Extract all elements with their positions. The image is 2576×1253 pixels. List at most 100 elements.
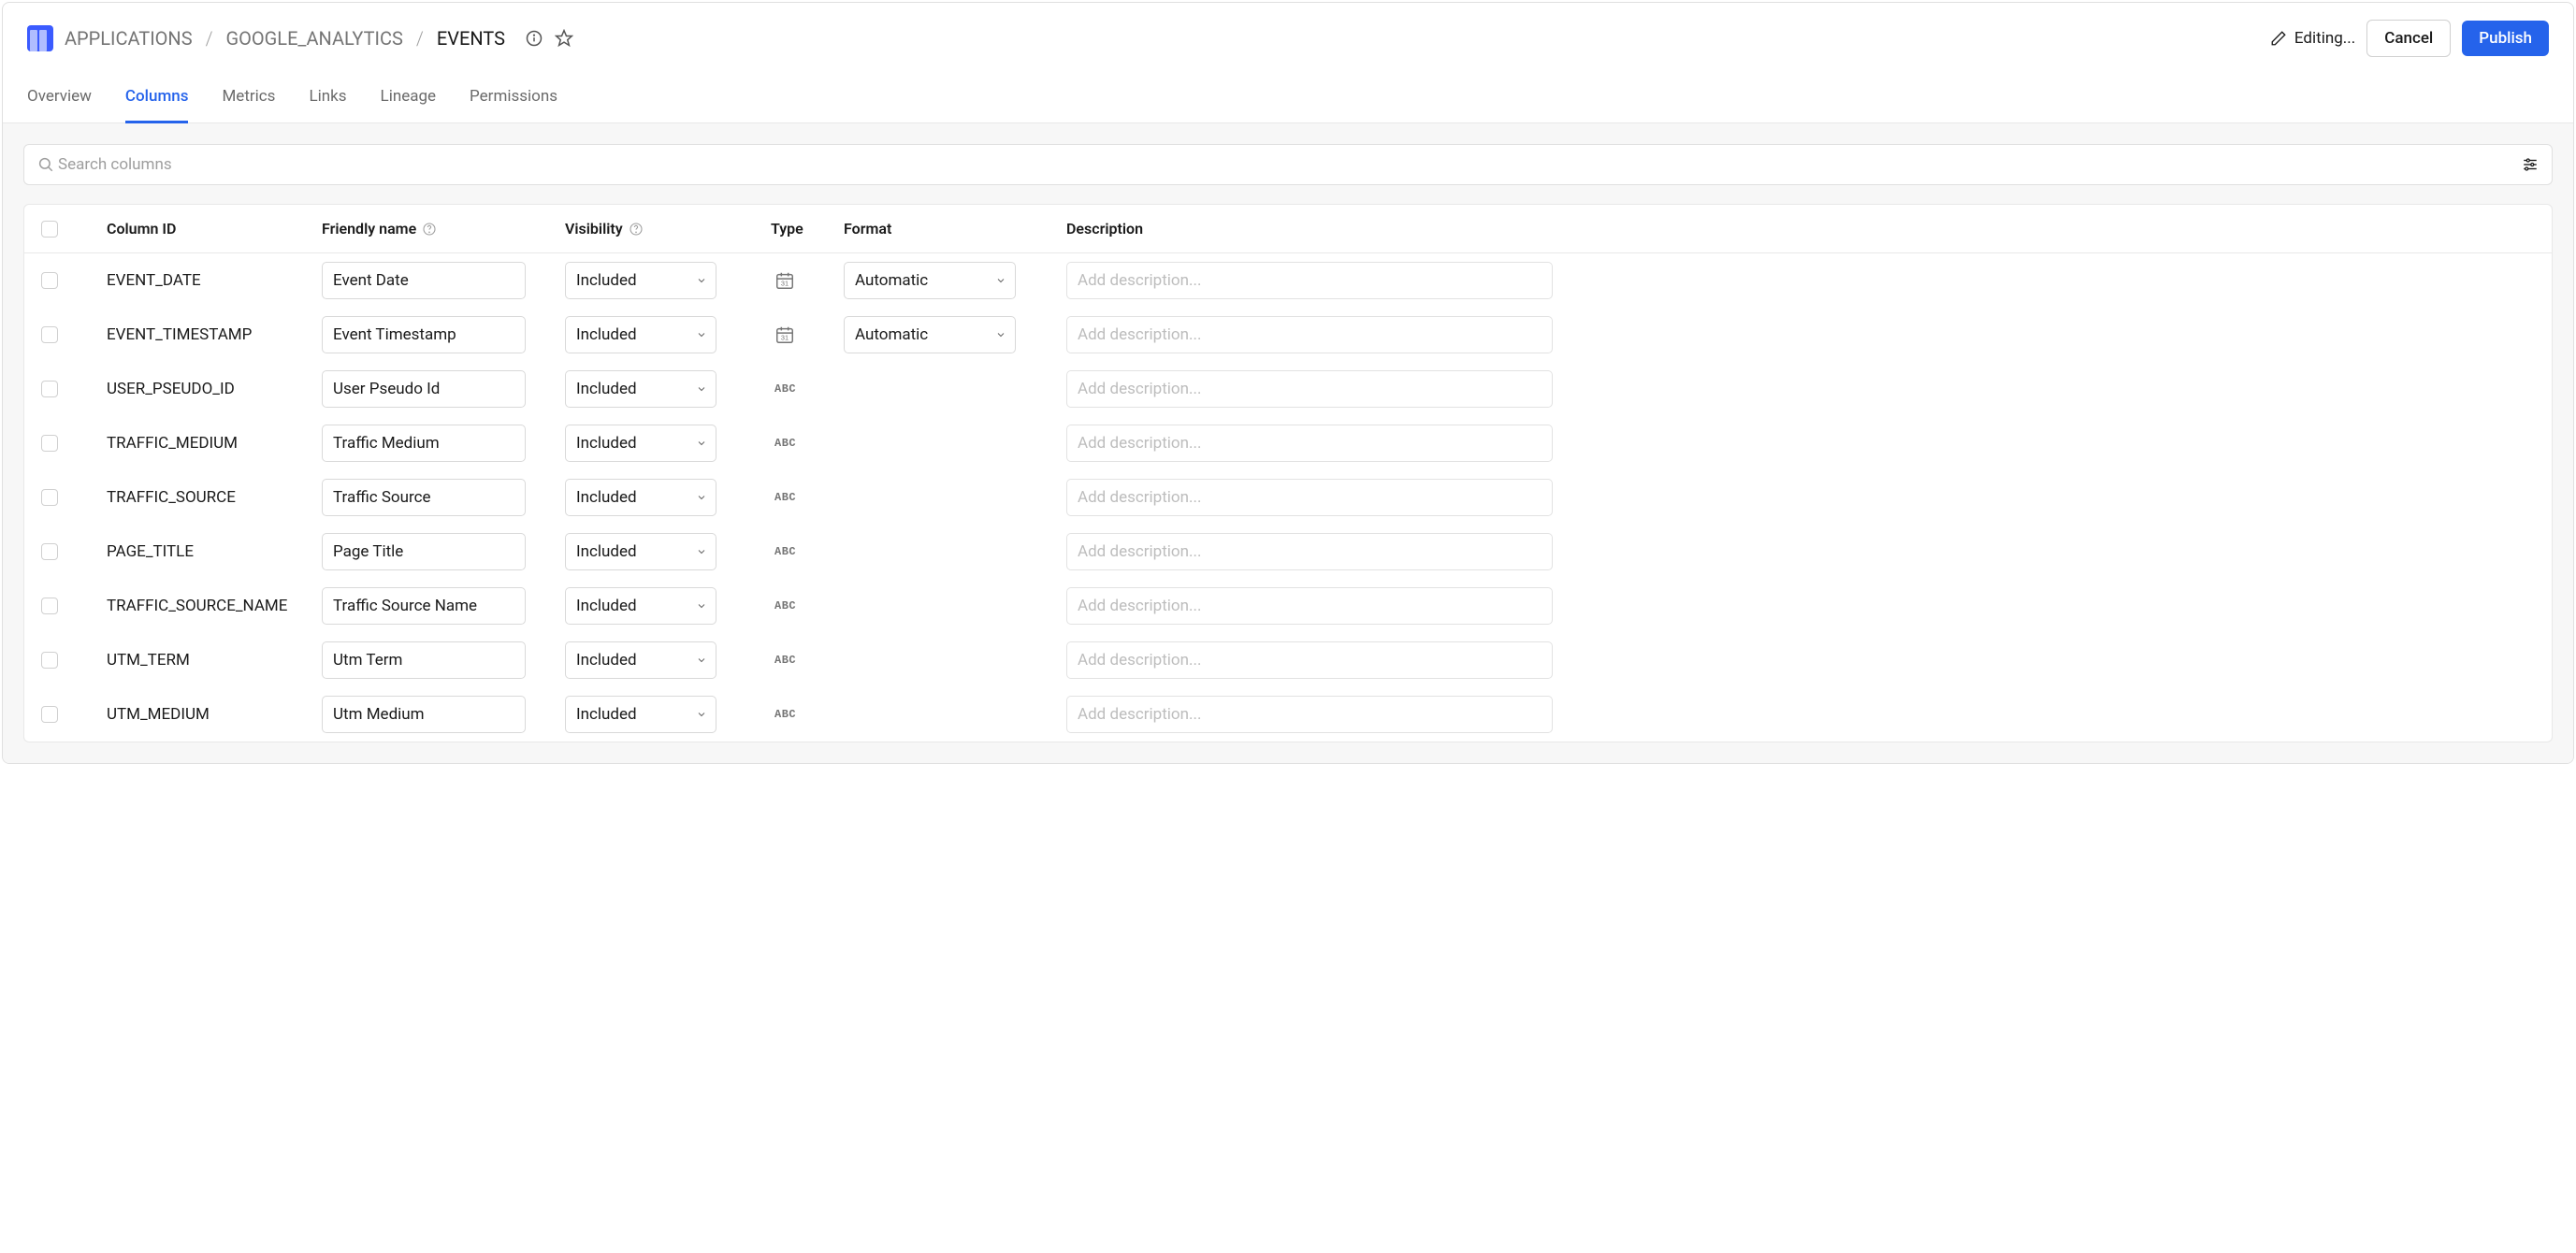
visibility-select[interactable]: Included xyxy=(565,370,716,408)
search-input[interactable] xyxy=(54,146,2522,183)
friendly-name-input[interactable] xyxy=(322,370,526,408)
format-select[interactable]: Automatic xyxy=(844,262,1016,299)
visibility-select[interactable]: Included xyxy=(565,425,716,462)
tab-links[interactable]: Links xyxy=(309,74,346,123)
table-row: UTM_MEDIUM Included ABC xyxy=(24,687,2552,742)
description-input[interactable] xyxy=(1066,479,1553,516)
visibility-select[interactable]: Included xyxy=(565,479,716,516)
column-id-cell: TRAFFIC_SOURCE xyxy=(107,488,322,507)
table-header-row: Column ID Friendly name Visibility Type … xyxy=(24,205,2552,253)
editing-label: Editing... xyxy=(2294,29,2355,48)
row-checkbox[interactable] xyxy=(41,326,58,343)
tab-metrics[interactable]: Metrics xyxy=(222,74,275,123)
row-checkbox[interactable] xyxy=(41,272,58,289)
filter-settings-icon[interactable] xyxy=(2522,156,2539,173)
header-column-id: Column ID xyxy=(107,220,322,238)
calendar-icon: 31 xyxy=(774,324,795,345)
row-checkbox[interactable] xyxy=(41,706,58,723)
column-id-cell: UTM_MEDIUM xyxy=(107,705,322,724)
friendly-name-input[interactable] xyxy=(322,641,526,679)
description-input[interactable] xyxy=(1066,316,1553,353)
info-icon[interactable] xyxy=(524,28,544,49)
friendly-name-input[interactable] xyxy=(322,479,526,516)
tab-lineage[interactable]: Lineage xyxy=(381,74,437,123)
column-id-cell: EVENT_DATE xyxy=(107,271,322,290)
breadcrumb-separator: / xyxy=(206,27,213,50)
table-row: TRAFFIC_MEDIUM Included ABC xyxy=(24,416,2552,470)
table-row: TRAFFIC_SOURCE Included ABC xyxy=(24,470,2552,525)
table-row: PAGE_TITLEIncludedABC xyxy=(24,525,2552,579)
column-id-cell: EVENT_TIMESTAMP xyxy=(107,325,322,344)
friendly-name-input[interactable] xyxy=(322,533,526,570)
format-select[interactable]: Automatic xyxy=(844,316,1016,353)
description-input[interactable] xyxy=(1066,370,1553,408)
description-input[interactable] xyxy=(1066,425,1553,462)
row-checkbox[interactable] xyxy=(41,381,58,397)
row-checkbox[interactable] xyxy=(41,435,58,452)
text-type-icon: ABC xyxy=(774,382,796,396)
row-checkbox[interactable] xyxy=(41,652,58,669)
row-checkbox[interactable] xyxy=(41,543,58,560)
search-icon xyxy=(37,156,54,173)
row-checkbox[interactable] xyxy=(41,489,58,506)
column-id-cell: UTM_TERM xyxy=(107,651,322,670)
visibility-select[interactable]: Included xyxy=(565,696,716,733)
visibility-select[interactable]: Included xyxy=(565,316,716,353)
friendly-name-input[interactable] xyxy=(322,316,526,353)
tab-columns[interactable]: Columns xyxy=(125,74,189,123)
table-row: UTM_TERM Included ABC xyxy=(24,633,2552,687)
friendly-name-input[interactable] xyxy=(322,696,526,733)
cancel-button[interactable]: Cancel xyxy=(2366,20,2451,57)
column-id-cell: USER_PSEUDO_ID xyxy=(107,380,322,398)
select-all-checkbox[interactable] xyxy=(41,221,58,238)
description-input[interactable] xyxy=(1066,696,1553,733)
row-checkbox[interactable] xyxy=(41,598,58,614)
column-id-cell: TRAFFIC_MEDIUM xyxy=(107,434,322,453)
app-logo-icon xyxy=(27,25,53,51)
tab-bar: Overview Columns Metrics Links Lineage P… xyxy=(3,74,2573,123)
friendly-name-input[interactable] xyxy=(322,425,526,462)
table-row: USER_PSEUDO_ID Included ABC xyxy=(24,362,2552,416)
description-input[interactable] xyxy=(1066,641,1553,679)
table-row: EVENT_TIMESTAMP Included 31 Automatic xyxy=(24,308,2552,362)
visibility-select[interactable]: Included xyxy=(565,641,716,679)
visibility-select[interactable]: Included xyxy=(565,533,716,570)
help-icon[interactable] xyxy=(629,222,644,237)
header-format: Format xyxy=(844,220,1066,238)
tab-overview[interactable]: Overview xyxy=(27,74,92,123)
friendly-name-input[interactable] xyxy=(322,262,526,299)
header-visibility: Visibility xyxy=(565,220,771,238)
tab-permissions[interactable]: Permissions xyxy=(470,74,557,123)
breadcrumb-applications[interactable]: APPLICATIONS xyxy=(65,27,193,50)
description-input[interactable] xyxy=(1066,533,1553,570)
text-type-icon: ABC xyxy=(774,708,796,721)
breadcrumb-google-analytics[interactable]: GOOGLE_ANALYTICS xyxy=(226,27,403,50)
visibility-select[interactable]: Included xyxy=(565,262,716,299)
friendly-name-input[interactable] xyxy=(322,587,526,625)
description-input[interactable] xyxy=(1066,262,1553,299)
header-description: Description xyxy=(1066,220,2535,238)
columns-table: Column ID Friendly name Visibility Type … xyxy=(23,204,2553,742)
breadcrumb-separator: / xyxy=(416,27,424,50)
breadcrumb: APPLICATIONS / GOOGLE_ANALYTICS / EVENTS xyxy=(65,27,505,50)
star-icon[interactable] xyxy=(554,28,574,49)
header-type: Type xyxy=(771,220,844,238)
visibility-select[interactable]: Included xyxy=(565,587,716,625)
header-friendly-name: Friendly name xyxy=(322,220,565,238)
text-type-icon: ABC xyxy=(774,599,796,612)
editing-status: Editing... xyxy=(2270,29,2355,48)
calendar-icon: 31 xyxy=(774,270,795,291)
page-header: APPLICATIONS / GOOGLE_ANALYTICS / EVENTS xyxy=(3,3,2573,74)
description-input[interactable] xyxy=(1066,587,1553,625)
help-icon[interactable] xyxy=(422,222,437,237)
text-type-icon: ABC xyxy=(774,654,796,667)
table-row: EVENT_DATE Included 31 Automatic xyxy=(24,253,2552,308)
text-type-icon: ABC xyxy=(774,437,796,450)
search-bar xyxy=(23,144,2553,185)
breadcrumb-events[interactable]: EVENTS xyxy=(437,27,505,50)
publish-button[interactable]: Publish xyxy=(2462,21,2549,56)
text-type-icon: ABC xyxy=(774,491,796,504)
text-type-icon: ABC xyxy=(774,545,796,558)
svg-text:31: 31 xyxy=(781,280,789,288)
column-id-cell: TRAFFIC_SOURCE_NAME xyxy=(107,597,322,615)
